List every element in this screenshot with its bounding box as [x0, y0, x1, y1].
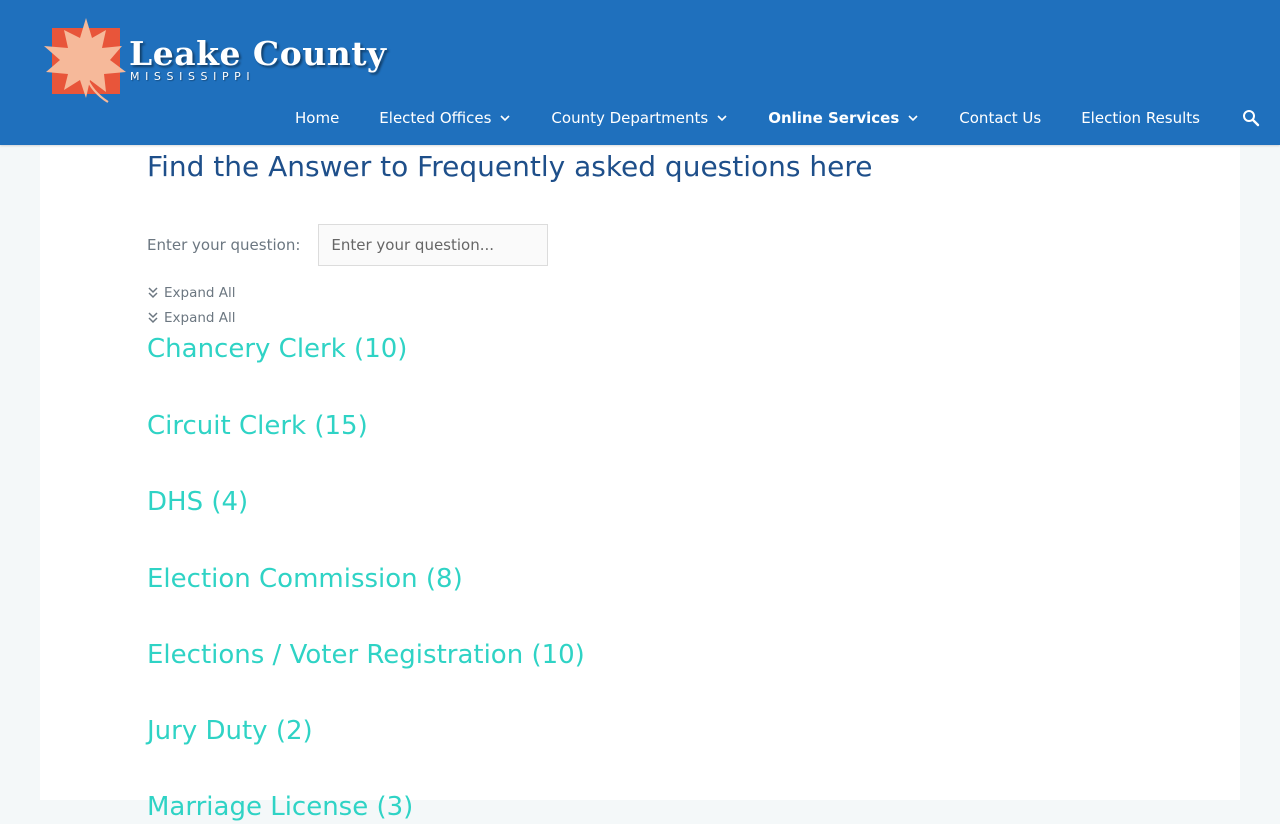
chevron-down-icon	[500, 115, 510, 122]
nav-contact-us[interactable]: Contact Us	[939, 100, 1061, 136]
site-header: Leake County MISSISSIPPI Home Elected Of…	[0, 0, 1280, 145]
chevron-down-icon	[717, 115, 727, 122]
nav-online-services[interactable]: Online Services	[748, 100, 939, 136]
faq-category-chancery-clerk[interactable]: Chancery Clerk (10)	[147, 332, 407, 366]
nav-elected-offices[interactable]: Elected Offices	[359, 100, 531, 136]
faq-category-dhs[interactable]: DHS (4)	[147, 485, 248, 519]
nav-online-services-label: Online Services	[768, 109, 900, 127]
page-title: Find the Answer to Frequently asked ques…	[147, 150, 873, 183]
site-logo[interactable]: Leake County MISSISSIPPI	[42, 16, 392, 106]
expand-all-link[interactable]: Expand All	[147, 285, 236, 301]
chevron-down-icon	[908, 115, 918, 122]
nav-county-departments-label: County Departments	[551, 109, 709, 127]
nav-county-departments[interactable]: County Departments	[531, 100, 748, 136]
site-subtitle: MISSISSIPPI	[130, 70, 256, 83]
search-icon	[1243, 110, 1260, 127]
faq-search-input[interactable]	[318, 224, 549, 266]
site-title: Leake County	[129, 34, 387, 73]
expand-all-link[interactable]: Expand All	[147, 310, 236, 326]
nav-elected-offices-label: Elected Offices	[379, 109, 492, 127]
nav-search-button[interactable]	[1220, 100, 1280, 136]
faq-category-marriage-license[interactable]: Marriage License (3)	[147, 790, 413, 824]
nav-home-label: Home	[295, 109, 340, 127]
faq-category-election-commission[interactable]: Election Commission (8)	[147, 562, 463, 596]
main-content: Find the Answer to Frequently asked ques…	[40, 145, 1240, 822]
nav-election-results[interactable]: Election Results	[1061, 100, 1220, 136]
main-nav: Home Elected Offices County Departments …	[275, 100, 1280, 136]
faq-search-row: Enter your question:	[147, 224, 549, 266]
expand-all-label: Expand All	[164, 310, 236, 326]
faq-category-elections-voter-registration[interactable]: Elections / Voter Registration (10)	[147, 638, 585, 672]
maple-leaf-logo-icon	[44, 18, 126, 103]
faq-search-label: Enter your question:	[147, 236, 301, 254]
faq-category-circuit-clerk[interactable]: Circuit Clerk (15)	[147, 409, 368, 443]
nav-contact-us-label: Contact Us	[959, 109, 1042, 127]
nav-home[interactable]: Home	[275, 100, 359, 136]
nav-election-results-label: Election Results	[1081, 109, 1200, 127]
faq-category-jury-duty[interactable]: Jury Duty (2)	[147, 714, 313, 748]
expand-all-label: Expand All	[164, 285, 236, 301]
double-chevron-down-icon	[148, 287, 158, 299]
double-chevron-down-icon	[148, 312, 158, 324]
